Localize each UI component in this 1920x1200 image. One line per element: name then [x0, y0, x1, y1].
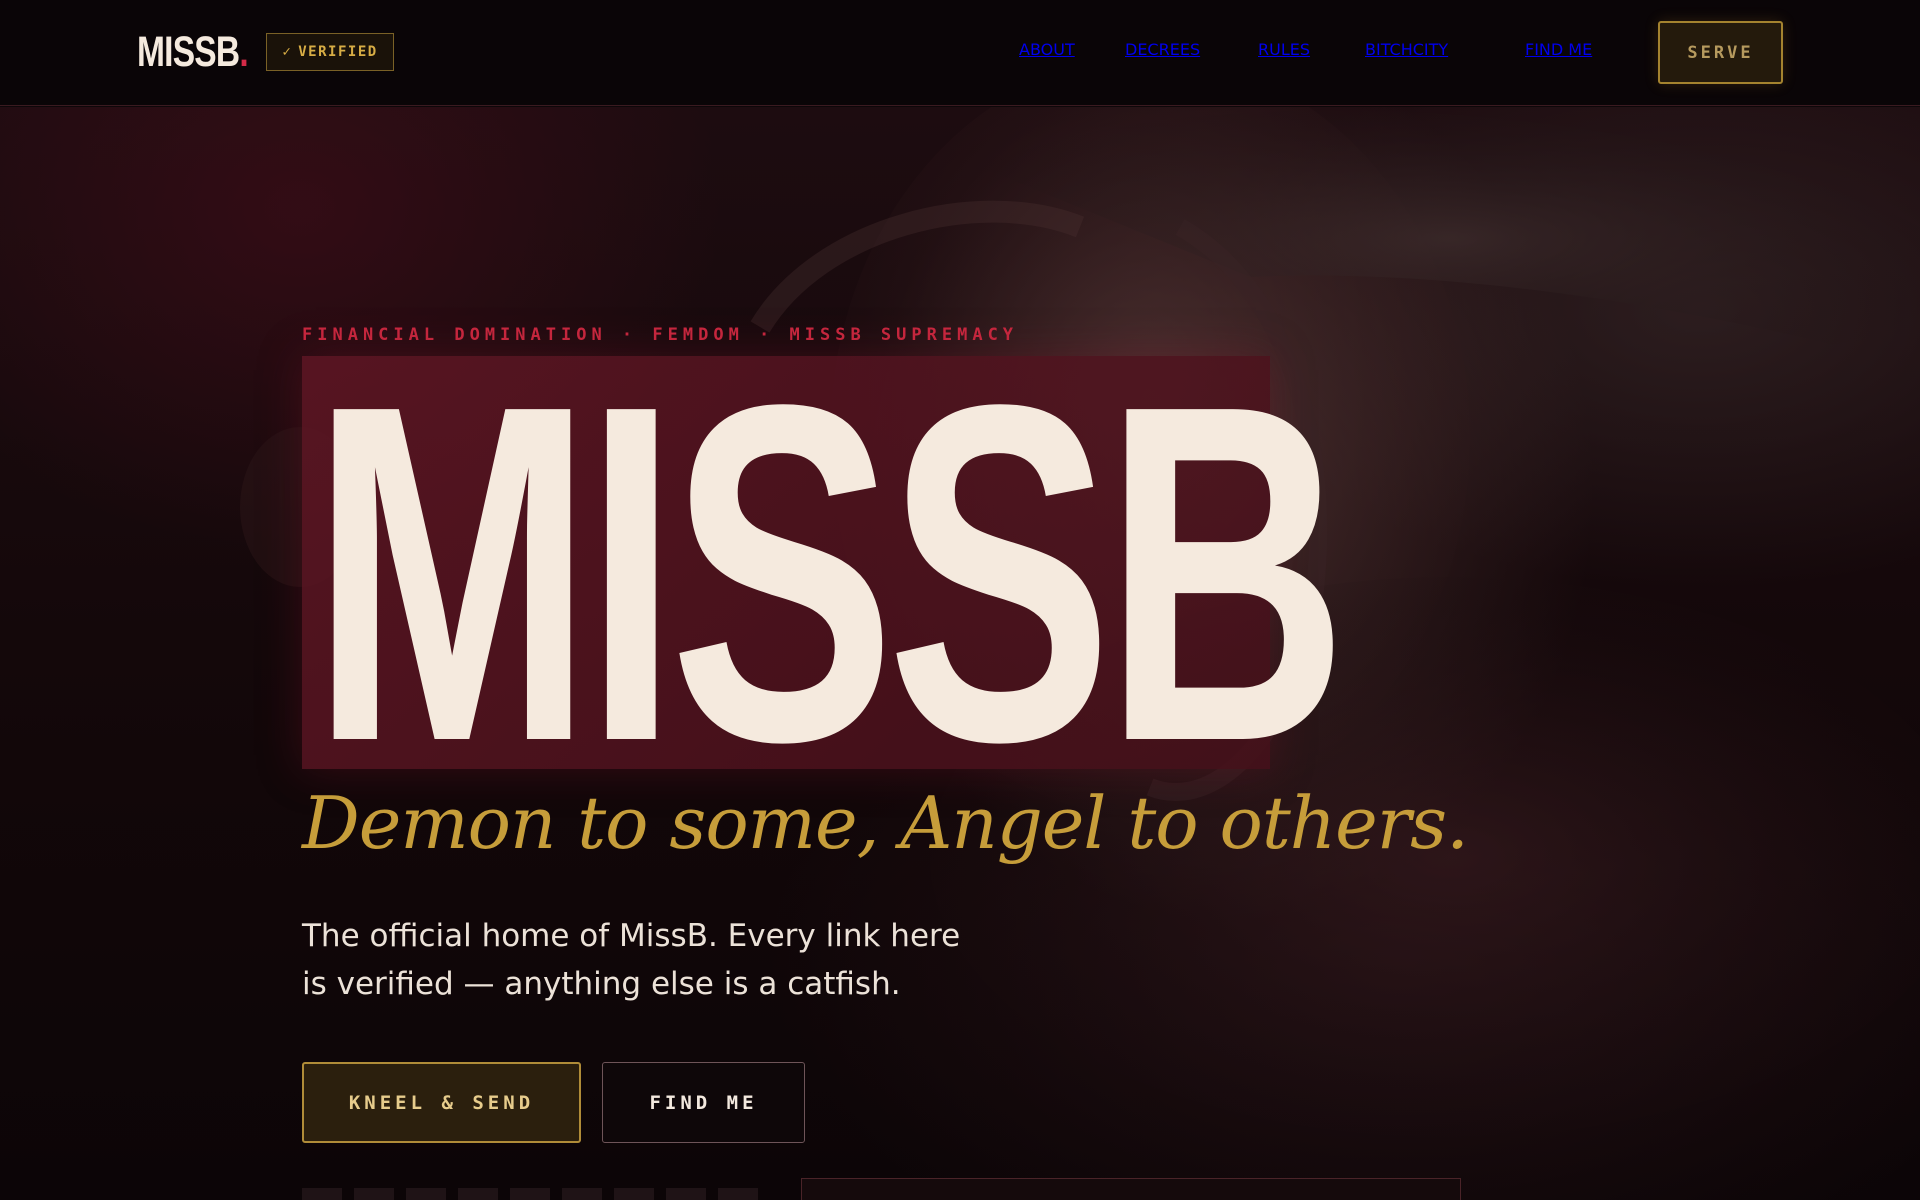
kneel-and-send-button[interactable]: KNEEL & SEND [302, 1062, 581, 1143]
logo-text: MISSB [137, 28, 240, 76]
site-header: MISSB. ✓ VERIFIED ABOUT DECREES RULES BI… [0, 0, 1920, 106]
nav-link-about[interactable]: ABOUT [1019, 40, 1075, 59]
hero-section: FINANCIAL DOMINATION · FEMDOM · MISSB SU… [0, 107, 1920, 1200]
nav-link-bitchcity[interactable]: BITCHCITY [1365, 40, 1448, 59]
hero-tagline: Demon to some, Angel to others. [302, 781, 1469, 865]
find-me-button[interactable]: FIND ME [602, 1062, 805, 1143]
serve-button[interactable]: SERVE [1658, 21, 1783, 84]
nav-link-rules[interactable]: RULES [1258, 40, 1310, 59]
site-logo[interactable]: MISSB. [137, 26, 249, 78]
hero-description: The official home of MissB. Every link h… [302, 918, 961, 1002]
hero-title: MISSB [311, 305, 1348, 841]
nav-link-find-me[interactable]: FIND ME [1525, 40, 1592, 59]
nav-link-decrees[interactable]: DECREES [1125, 40, 1200, 59]
faded-text-strip [302, 1188, 762, 1200]
verified-badge: ✓ VERIFIED [266, 33, 394, 71]
logo-dot: . [239, 28, 248, 76]
verified-label: VERIFIED [298, 44, 378, 60]
lower-card [801, 1178, 1461, 1200]
checkmark-icon: ✓ [282, 44, 293, 60]
